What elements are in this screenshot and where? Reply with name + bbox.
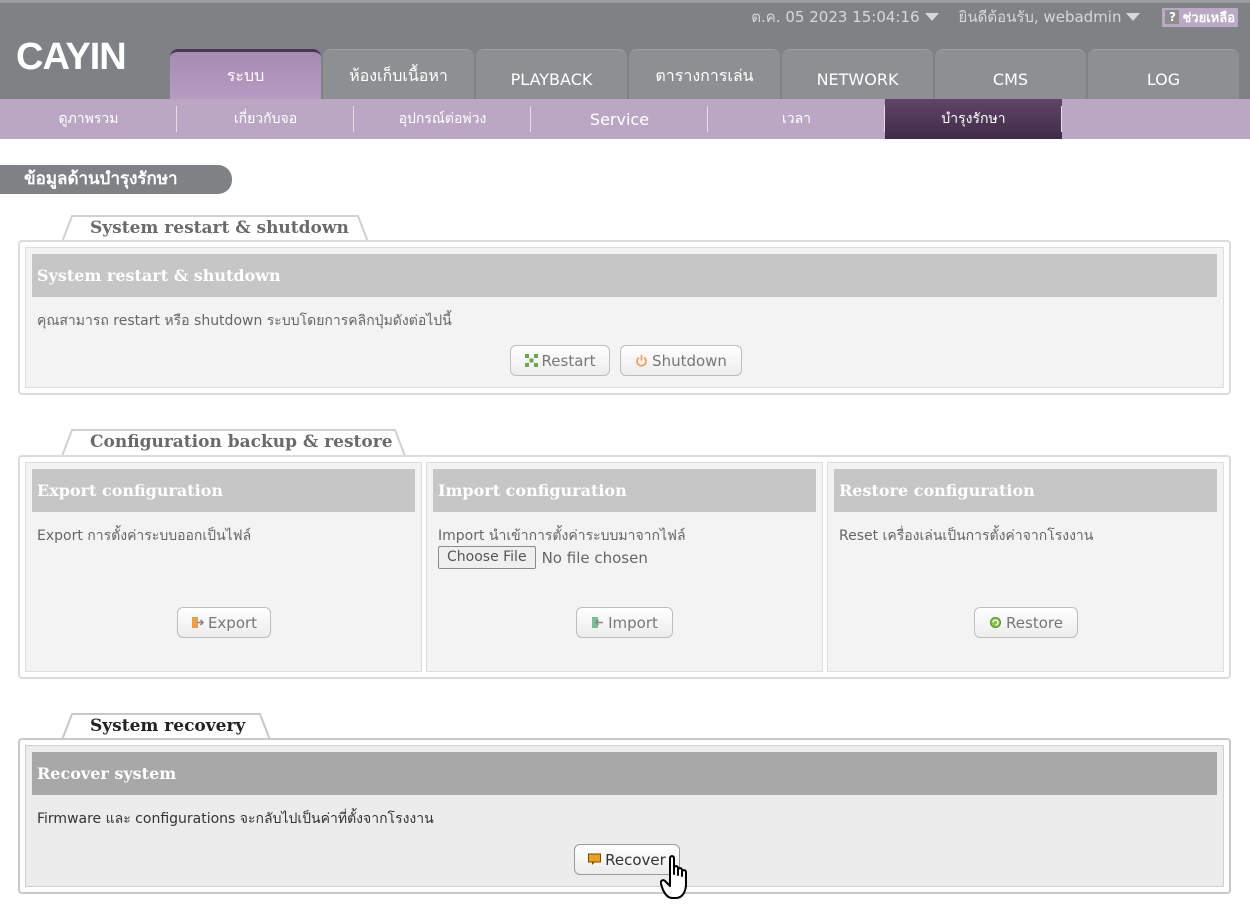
panel-restore: Restore configuration Reset เครื่องเล่นเ… <box>827 462 1224 672</box>
hand-cursor-icon <box>660 855 687 899</box>
section-system-recovery: Recover system Firmware และ configuratio… <box>18 738 1231 894</box>
import-icon <box>592 617 604 628</box>
tab-label: NETWORK <box>816 70 899 89</box>
main-tabs: ระบบ ห้องเก็บเนื้อหา PLAYBACK ตารางการเล… <box>170 49 1241 102</box>
subtab-maintenance[interactable]: บำรุงรักษา <box>885 99 1062 139</box>
top-bar: ต.ค. 05 2023 15:04:16 ยินดีต้อนรับ, weba… <box>751 7 1238 27</box>
subtab-overview[interactable]: ดูภาพรวม <box>0 99 177 139</box>
user-menu-dropdown-icon[interactable] <box>1126 13 1141 21</box>
export-description: Export การตั้งค่าระบบออกเป็นไฟล์ <box>37 528 252 544</box>
section-config-backup: Export configuration Export การตั้งค่าระ… <box>18 455 1231 679</box>
panel-title: Restore configuration <box>834 469 1217 512</box>
tab-label: ระบบ <box>226 66 265 85</box>
sub-navigation: ดูภาพรวม เกี่ยวกับจอ อุปกรณ์ต่อพ่วง Serv… <box>0 99 1250 139</box>
restore-button[interactable]: Restore <box>974 607 1078 638</box>
shutdown-button[interactable]: Shutdown <box>620 345 742 376</box>
import-button[interactable]: Import <box>576 607 673 638</box>
recover-label: Recover <box>605 850 666 869</box>
help-button[interactable]: ? ช่วยเหลือ <box>1162 7 1238 27</box>
section-tab-label: Configuration backup & restore <box>90 432 393 452</box>
panel-import: Import configuration Import นำเข้าการตั้… <box>426 462 823 672</box>
header-bar: CAYIN ต.ค. 05 2023 15:04:16 ยินดีต้อนรับ… <box>0 0 1250 102</box>
subtab-time[interactable]: เวลา <box>708 99 885 139</box>
panel-title: Import configuration <box>433 469 816 512</box>
tab-label: ตารางการเล่น <box>655 66 754 85</box>
subtab-label: ดูภาพรวม <box>58 111 119 127</box>
tab-label: CMS <box>992 70 1029 89</box>
subtab-label: บำรุงรักษา <box>941 111 1006 127</box>
panel-title: Export configuration <box>32 469 415 512</box>
tab-system[interactable]: ระบบ <box>170 49 321 102</box>
tab-label: LOG <box>1146 70 1181 89</box>
subtab-label: อุปกรณ์ต่อพ่วง <box>398 111 487 127</box>
subtab-about-screen[interactable]: เกี่ยวกับจอ <box>177 99 354 139</box>
page-title: ข้อมูลด้านบำรุงรักษา <box>0 165 232 194</box>
restart-icon <box>524 354 538 367</box>
subtab-service[interactable]: Service <box>531 99 708 139</box>
tab-label: ห้องเก็บเนื้อหา <box>349 66 448 85</box>
section-tab-label: System recovery <box>90 716 246 736</box>
restore-icon <box>990 617 1002 628</box>
restart-button[interactable]: Restart <box>510 345 610 376</box>
svg-text:CAYIN: CAYIN <box>16 37 126 73</box>
subtab-label: เกี่ยวกับจอ <box>233 111 298 127</box>
section-restart-shutdown: System restart & shutdown คุณสามารถ rest… <box>18 240 1231 395</box>
help-icon: ? <box>1165 10 1180 24</box>
export-label: Export <box>207 613 258 632</box>
subtab-label: Service <box>589 109 650 129</box>
export-button[interactable]: Export <box>177 607 271 638</box>
section-tab-restart: System restart & shutdown <box>62 215 370 243</box>
section-tab-config: Configuration backup & restore <box>62 429 407 457</box>
cayin-logo[interactable]: CAYIN <box>16 37 146 73</box>
subtab-label: เวลา <box>781 111 812 127</box>
tab-label: PLAYBACK <box>510 70 593 89</box>
datetime-label: ต.ค. 05 2023 15:04:16 <box>751 8 920 26</box>
panel-export: Export configuration Export การตั้งค่าระ… <box>25 462 422 672</box>
panel-restart-shutdown: System restart & shutdown คุณสามารถ rest… <box>25 247 1224 388</box>
welcome-user-label[interactable]: ยินดีต้อนรับ, webadmin <box>959 5 1122 29</box>
restore-description: Reset เครื่องเล่นเป็นการตั้งค่าจากโรงงาน <box>839 528 1094 544</box>
choose-file-button[interactable]: Choose File <box>438 546 536 569</box>
tab-schedule[interactable]: ตารางการเล่น <box>629 49 780 102</box>
restore-label: Restore <box>1006 613 1063 632</box>
tab-playback[interactable]: PLAYBACK <box>476 49 627 102</box>
help-label: ช่วยเหลือ <box>1182 10 1235 26</box>
recovery-description: Firmware และ configurations จะกลับไปเป็น… <box>37 811 434 827</box>
export-icon <box>191 617 204 628</box>
tab-log[interactable]: LOG <box>1088 49 1239 102</box>
file-status: No file chosen <box>541 548 648 567</box>
restart-label: Restart <box>541 351 596 370</box>
tab-cms[interactable]: CMS <box>935 49 1086 102</box>
section-tab-label: System restart & shutdown <box>90 218 349 238</box>
tab-content-library[interactable]: ห้องเก็บเนื้อหา <box>323 49 474 102</box>
subtab-peripherals[interactable]: อุปกรณ์ต่อพ่วง <box>354 99 531 139</box>
file-picker: Choose File No file chosen <box>438 546 648 569</box>
import-label: Import <box>608 613 658 632</box>
shutdown-label: Shutdown <box>652 351 727 370</box>
tab-network[interactable]: NETWORK <box>782 49 933 102</box>
restart-description: คุณสามารถ restart หรือ shutdown ระบบโดยก… <box>37 313 452 329</box>
datetime-dropdown-icon[interactable] <box>924 13 939 21</box>
panel-recovery: Recover system Firmware และ configuratio… <box>25 745 1224 887</box>
panel-title: Recover system <box>32 752 1217 795</box>
power-icon <box>636 355 647 367</box>
import-description: Import นำเข้าการตั้งค่าระบบมาจากไฟล์ <box>438 528 686 544</box>
panel-title: System restart & shutdown <box>32 254 1217 297</box>
recover-icon <box>588 853 602 865</box>
section-tab-recovery: System recovery <box>62 713 272 741</box>
